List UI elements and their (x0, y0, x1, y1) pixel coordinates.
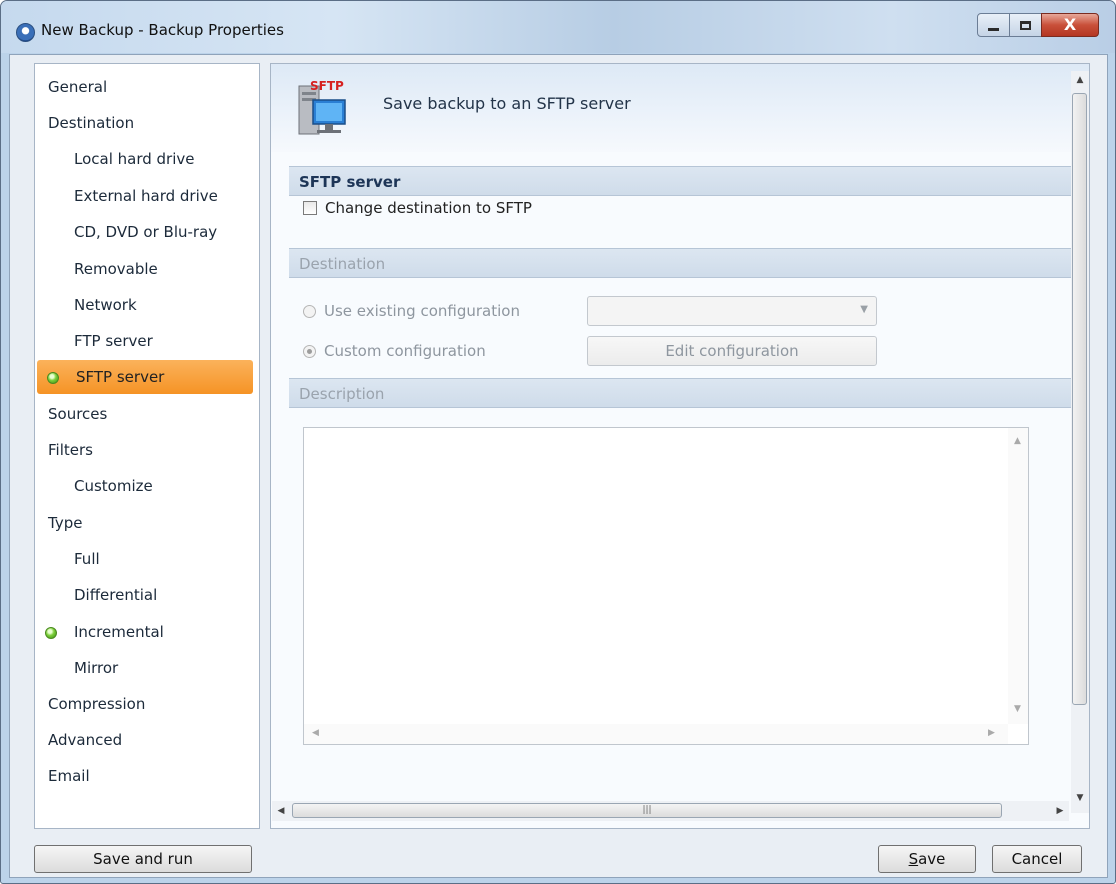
panel-vertical-scrollbar[interactable]: ▲ ▼ (1071, 71, 1089, 813)
nav-item-label: Email (48, 767, 90, 785)
close-button[interactable]: X (1041, 13, 1099, 37)
maximize-icon (1020, 20, 1031, 30)
edit-configuration-button[interactable]: Edit configuration (587, 336, 877, 366)
nav-item-label: Network (74, 296, 137, 314)
nav-item-sftp-server[interactable]: SFTP server (37, 360, 253, 394)
nav-item-label: External hard drive (74, 187, 218, 205)
nav-item-customize[interactable]: Customize (35, 469, 259, 503)
save-and-run-button[interactable]: Save and run (34, 845, 252, 873)
nav-item-incremental[interactable]: Incremental (35, 615, 259, 649)
vertical-scroll-thumb[interactable] (1072, 93, 1087, 705)
nav-item-network[interactable]: Network (35, 288, 259, 322)
category-nav: General Destination Local hard drive Extern… (34, 63, 260, 829)
app-icon[interactable] (16, 23, 35, 42)
sftp-server-icon: SFTP (298, 79, 346, 135)
nav-item-local-hard-drive[interactable]: Local hard drive (35, 142, 259, 176)
nav-item-full[interactable]: Full (35, 542, 259, 576)
nav-item-label: Removable (74, 260, 158, 278)
nav-item-label: Differential (74, 586, 158, 604)
backup-properties-window: New Backup - Backup Properties X General… (0, 0, 1116, 884)
cancel-button[interactable]: Cancel (992, 845, 1082, 873)
nav-item-label: Local hard drive (74, 150, 195, 168)
maximize-button[interactable] (1009, 13, 1042, 37)
description-vertical-scrollbar[interactable]: ▲ ▼ (1008, 428, 1028, 724)
nav-item-label: Type (48, 514, 83, 532)
nav-item-external-hard-drive[interactable]: External hard drive (35, 179, 259, 213)
nav-item-label: Compression (48, 695, 146, 713)
nav-item-label: SFTP server (76, 368, 165, 386)
horizontal-scroll-thumb[interactable]: ||| (292, 803, 1002, 818)
nav-item-label: Advanced (48, 731, 123, 749)
dialog-client-area: General Destination Local hard drive Extern… (9, 54, 1108, 878)
use-existing-row[interactable]: Use existing configuration (303, 300, 520, 322)
nav-item-filters[interactable]: Filters (35, 433, 259, 467)
window-title: New Backup - Backup Properties (41, 21, 284, 39)
svg-text:SFTP: SFTP (310, 79, 344, 93)
section-sftp-server: SFTP server (289, 166, 1089, 196)
scroll-up-icon[interactable]: ▲ (1014, 436, 1021, 446)
nav-item-label: Full (74, 550, 100, 568)
panel-horizontal-scrollbar[interactable]: ◀ ||| ▶ (272, 801, 1069, 821)
scroll-left-icon[interactable]: ◀ (272, 801, 290, 821)
nav-item-general[interactable]: General (35, 70, 259, 104)
close-icon: X (1063, 15, 1077, 34)
scroll-right-icon[interactable]: ▶ (1051, 801, 1069, 821)
change-destination-label[interactable]: Change destination to SFTP (325, 199, 532, 217)
nav-item-label: Destination (48, 114, 135, 132)
use-existing-label[interactable]: Use existing configuration (324, 302, 520, 320)
section-destination: Destination (289, 248, 1089, 278)
description-textarea[interactable]: ▲ ▼ ◀ ▶ (303, 427, 1029, 745)
nav-item-compression[interactable]: Compression (35, 687, 259, 721)
existing-configuration-combo[interactable]: ▼ (587, 296, 877, 326)
change-destination-row[interactable]: Change destination to SFTP (303, 198, 532, 218)
nav-item-label: Sources (48, 405, 108, 423)
description-horizontal-scrollbar[interactable]: ◀ ▶ (304, 724, 1008, 744)
nav-item-label: General (48, 78, 108, 96)
change-destination-checkbox[interactable] (303, 201, 317, 215)
scroll-down-icon[interactable]: ▼ (1071, 789, 1089, 807)
section-description: Description (289, 378, 1089, 408)
save-label-rest: ave (918, 850, 946, 868)
custom-configuration-label[interactable]: Custom configuration (324, 342, 486, 360)
scroll-right-icon[interactable]: ▶ (988, 728, 995, 738)
use-existing-radio[interactable] (303, 304, 316, 318)
nav-item-ftp-server[interactable]: FTP server (35, 324, 259, 358)
nav-item-label: Mirror (74, 659, 119, 677)
status-led-icon (47, 372, 59, 384)
custom-configuration-row[interactable]: Custom configuration (303, 340, 486, 362)
minimize-button[interactable] (977, 13, 1010, 37)
nav-item-differential[interactable]: Differential (35, 578, 259, 612)
nav-item-label: FTP server (74, 332, 153, 350)
minimize-icon (988, 27, 999, 31)
nav-item-email[interactable]: Email (35, 759, 259, 793)
nav-item-mirror[interactable]: Mirror (35, 651, 259, 685)
scroll-left-icon[interactable]: ◀ (312, 728, 319, 738)
nav-item-advanced[interactable]: Advanced (35, 723, 259, 757)
scroll-down-icon[interactable]: ▼ (1014, 704, 1021, 714)
nav-item-destination[interactable]: Destination (35, 106, 259, 140)
save-button[interactable]: Save (878, 845, 976, 873)
nav-item-cd-dvd-or-blu-ray[interactable]: CD, DVD or Blu-ray (35, 215, 259, 249)
nav-item-sources[interactable]: Sources (35, 397, 259, 431)
nav-item-label: Filters (48, 441, 93, 459)
scroll-up-icon[interactable]: ▲ (1071, 71, 1089, 89)
nav-item-removable[interactable]: Removable (35, 252, 259, 286)
panel-header-text: Save backup to an SFTP server (383, 94, 631, 113)
title-bar[interactable]: New Backup - Backup Properties X (1, 1, 1115, 53)
nav-item-label: Customize (74, 477, 153, 495)
panel-header: SFTP Save backup to an SFTP server (271, 64, 1089, 152)
save-mnemonic: S (908, 850, 919, 868)
nav-item-type[interactable]: Type (35, 506, 259, 540)
custom-configuration-radio[interactable] (303, 344, 316, 358)
status-led-icon (45, 627, 57, 639)
nav-item-label: CD, DVD or Blu-ray (74, 223, 218, 241)
nav-item-label: Incremental (74, 623, 164, 641)
chevron-down-icon[interactable]: ▼ (860, 304, 868, 315)
